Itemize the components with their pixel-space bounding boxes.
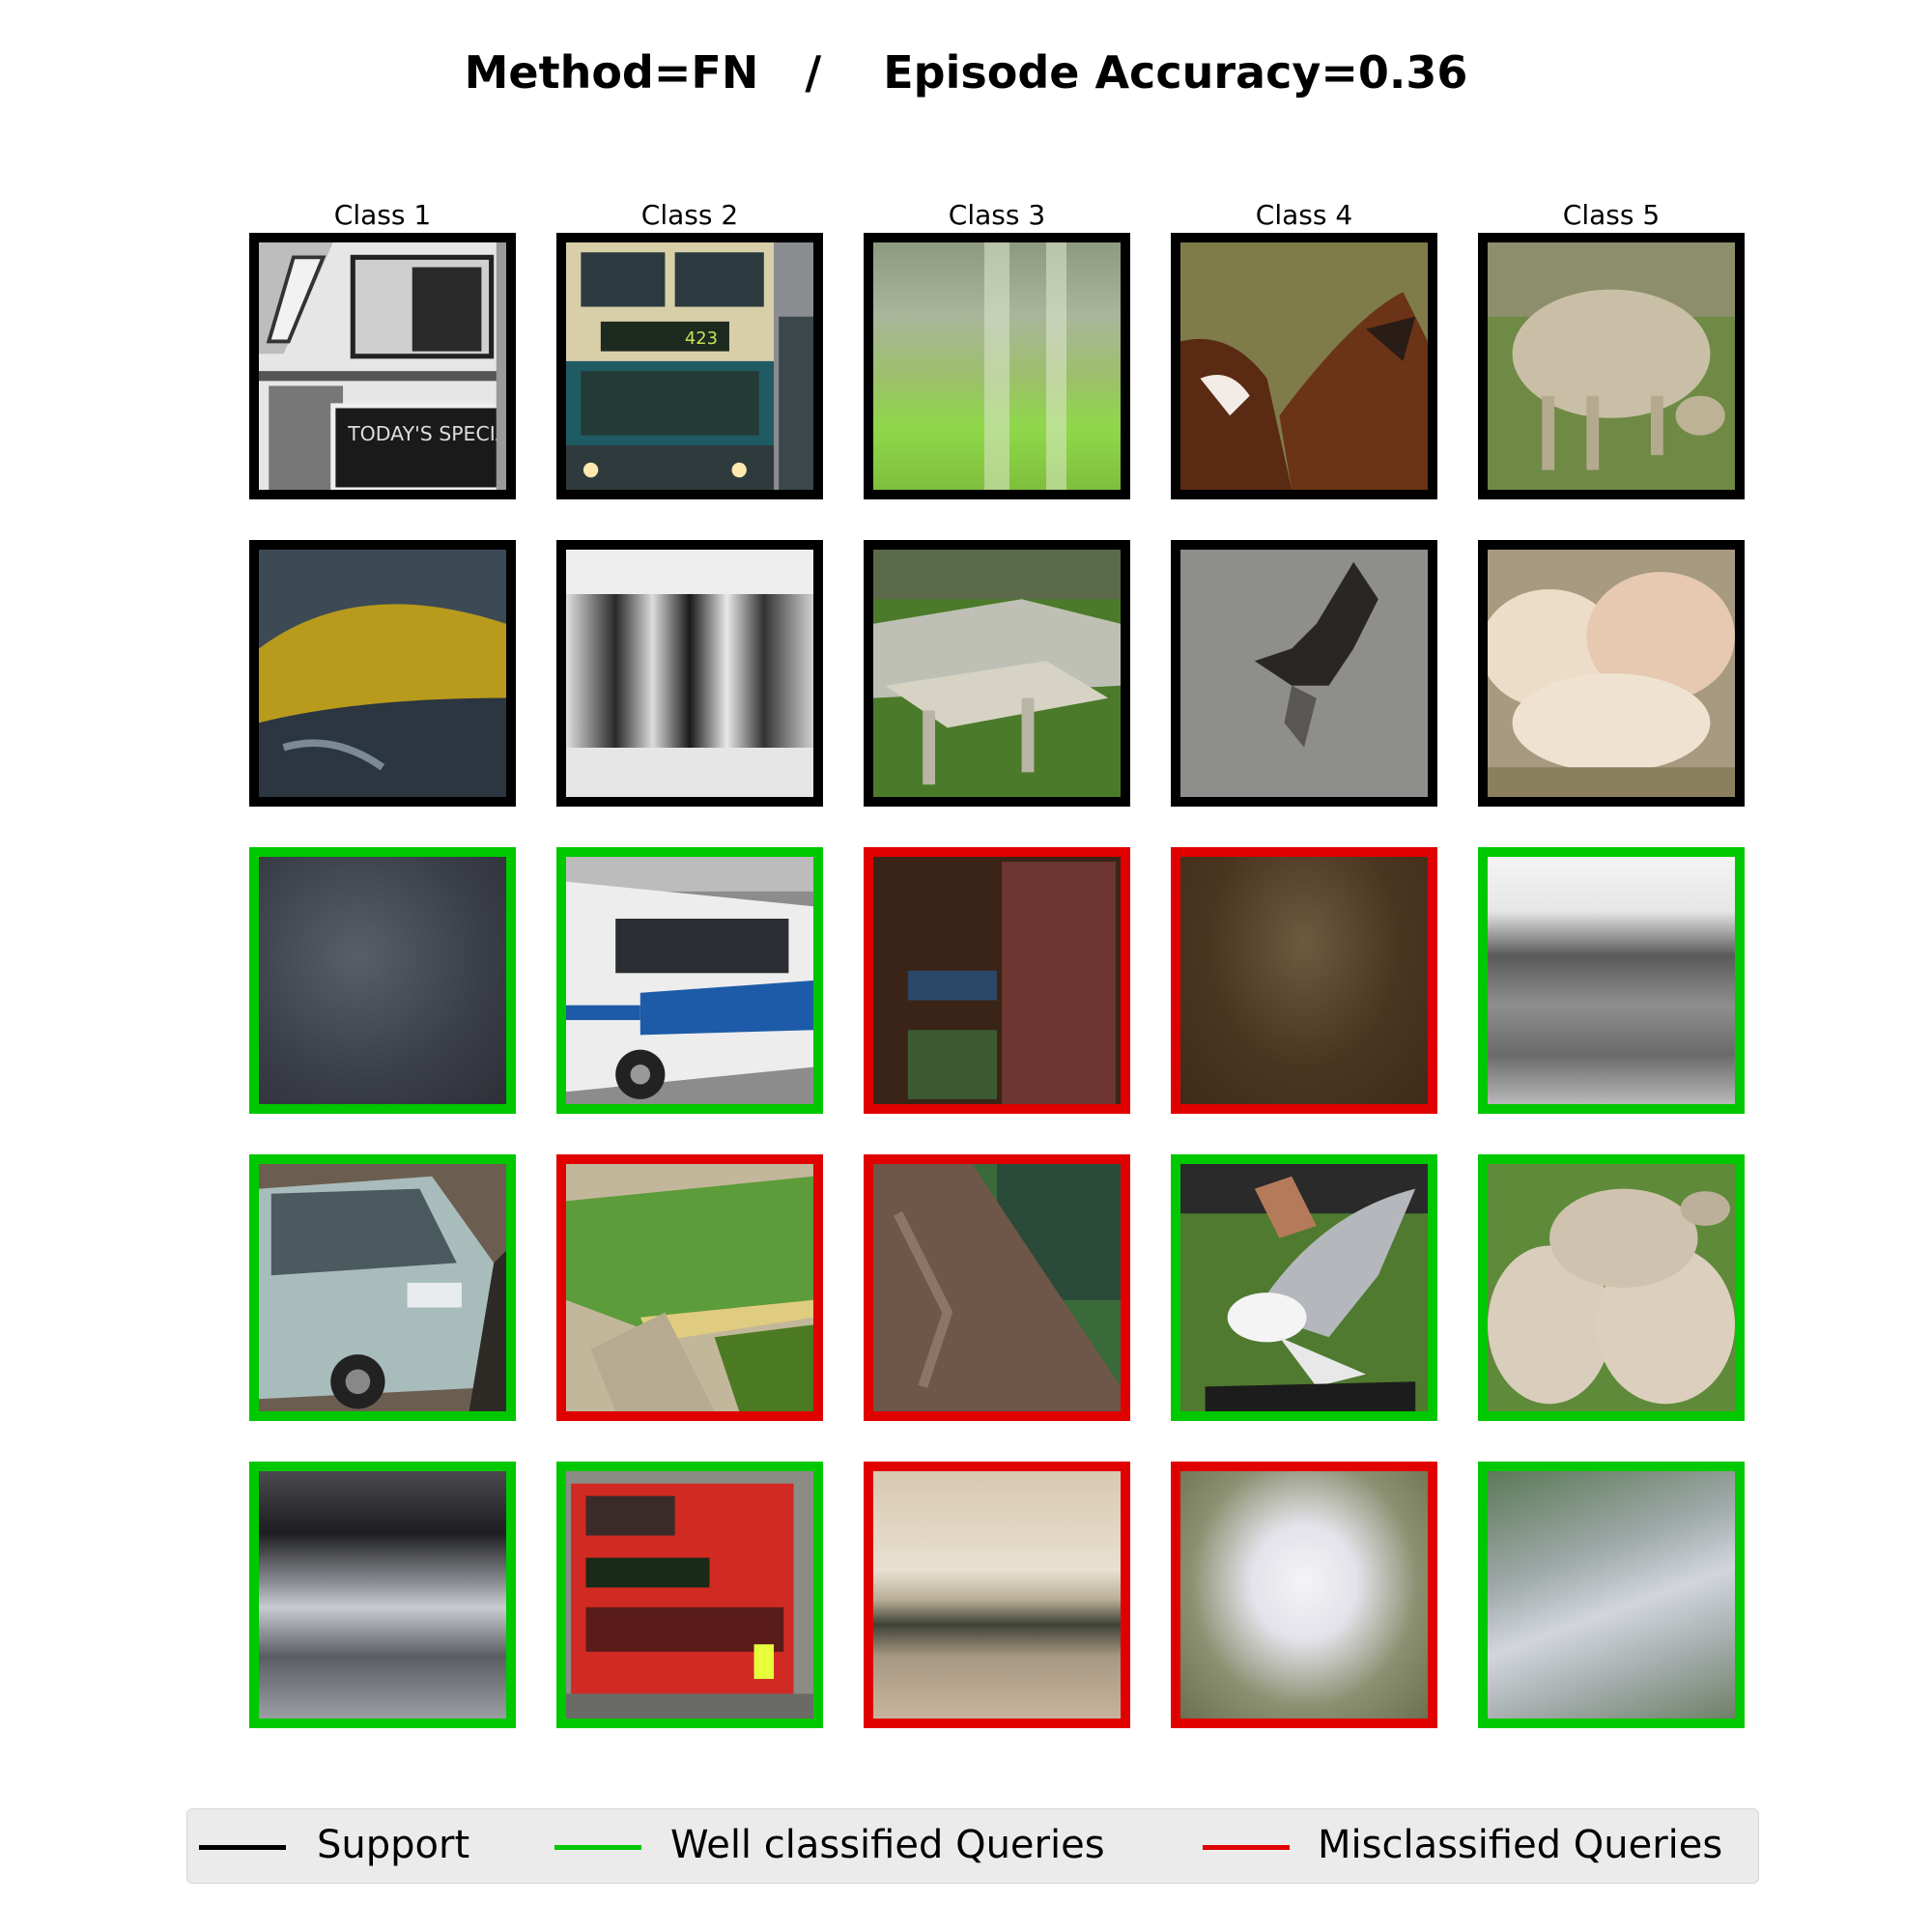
column-header-class-3: Class 3 [948, 199, 1046, 231]
legend-well-label: Well classified Queries [670, 1823, 1105, 1867]
white-city-bus-image [566, 857, 813, 1104]
tile-r3-c4 [1171, 847, 1437, 1114]
tile-r1-c4 [1171, 233, 1437, 499]
tile-r5-c2 [556, 1462, 823, 1728]
tile-r4-c5 [1478, 1154, 1745, 1421]
blurry-sheep-image [1488, 1471, 1735, 1719]
white-bird-blurry-image [1180, 1471, 1428, 1719]
tile-r1-c5 [1478, 233, 1745, 499]
seagull-wings-image [1180, 1164, 1428, 1411]
tile-r1-c1: TODAY'S SPECIAL [249, 233, 516, 499]
tile-r2-c3 [864, 540, 1130, 807]
tile-r2-c5 [1478, 540, 1745, 807]
bus-route-number: 423 [685, 328, 718, 349]
tile-r5-c1 [249, 1462, 516, 1728]
tile-r5-c3 [864, 1462, 1130, 1728]
tile-r4-c1 [249, 1154, 516, 1421]
sheep-flock-image [1488, 550, 1735, 797]
tile-r4-c3 [864, 1154, 1130, 1421]
red-double-decker-image [566, 1471, 813, 1719]
column-header-class-1: Class 1 [333, 199, 432, 231]
tile-r3-c3 [864, 847, 1130, 1114]
sheep-rear-view-image [1488, 1164, 1735, 1411]
legend: Support Well classified Queries Misclass… [186, 1808, 1759, 1884]
bird-silhouette-image [1180, 550, 1428, 797]
grayscale-texture-image [1488, 857, 1735, 1104]
double-decker-bus-image: 423 [566, 242, 813, 490]
sheep-grazing-image [1488, 242, 1735, 490]
column-header-class-4: Class 4 [1255, 199, 1353, 231]
tile-r4-c4 [1171, 1154, 1437, 1421]
tile-r1-c3 [864, 233, 1130, 499]
duck-head-image [1180, 242, 1428, 490]
dark-blurry-car-image [259, 857, 506, 1104]
legend-mis-label: Misclassified Queries [1318, 1823, 1723, 1867]
legend-support-label: Support [317, 1823, 470, 1867]
column-header-class-2: Class 2 [640, 199, 739, 231]
blurry-beige-bench-image [873, 1471, 1121, 1719]
blurry-grayscale-bus-image [566, 550, 813, 797]
todays-special-sign-text: TODAY'S SPECIAL [347, 422, 506, 445]
tile-r3-c5 [1478, 847, 1745, 1114]
tile-r2-c2 [556, 540, 823, 807]
wooden-door-image [873, 857, 1121, 1104]
legend-support-line [199, 1845, 286, 1850]
tile-r3-c2 [556, 847, 823, 1114]
green-boat-hull-image [566, 1164, 813, 1411]
grayscale-car-front-image [259, 1471, 506, 1719]
legend-well-line [554, 1845, 641, 1850]
tile-r2-c4 [1171, 540, 1437, 807]
tile-r3-c1 [249, 847, 516, 1114]
truck-sign-image: TODAY'S SPECIAL [259, 242, 506, 490]
figure-title: Method=FN / Episode Accuracy=0.36 [464, 46, 1468, 99]
silver-hatchback-car-image [259, 1164, 506, 1411]
tile-r5-c4 [1171, 1462, 1437, 1728]
tile-r1-c2: 423 [556, 233, 823, 499]
tree-trunk-bench-image [873, 1164, 1121, 1411]
wooden-benches-image [873, 550, 1121, 797]
tile-r4-c2 [556, 1154, 823, 1421]
yellow-car-hood-image [259, 550, 506, 797]
legend-mis-line [1203, 1845, 1290, 1850]
blurry-bench-grass-image [873, 242, 1121, 490]
tile-r5-c5 [1478, 1462, 1745, 1728]
column-header-class-5: Class 5 [1562, 199, 1661, 231]
tile-r2-c1 [249, 540, 516, 807]
brown-blurry-image [1180, 857, 1428, 1104]
